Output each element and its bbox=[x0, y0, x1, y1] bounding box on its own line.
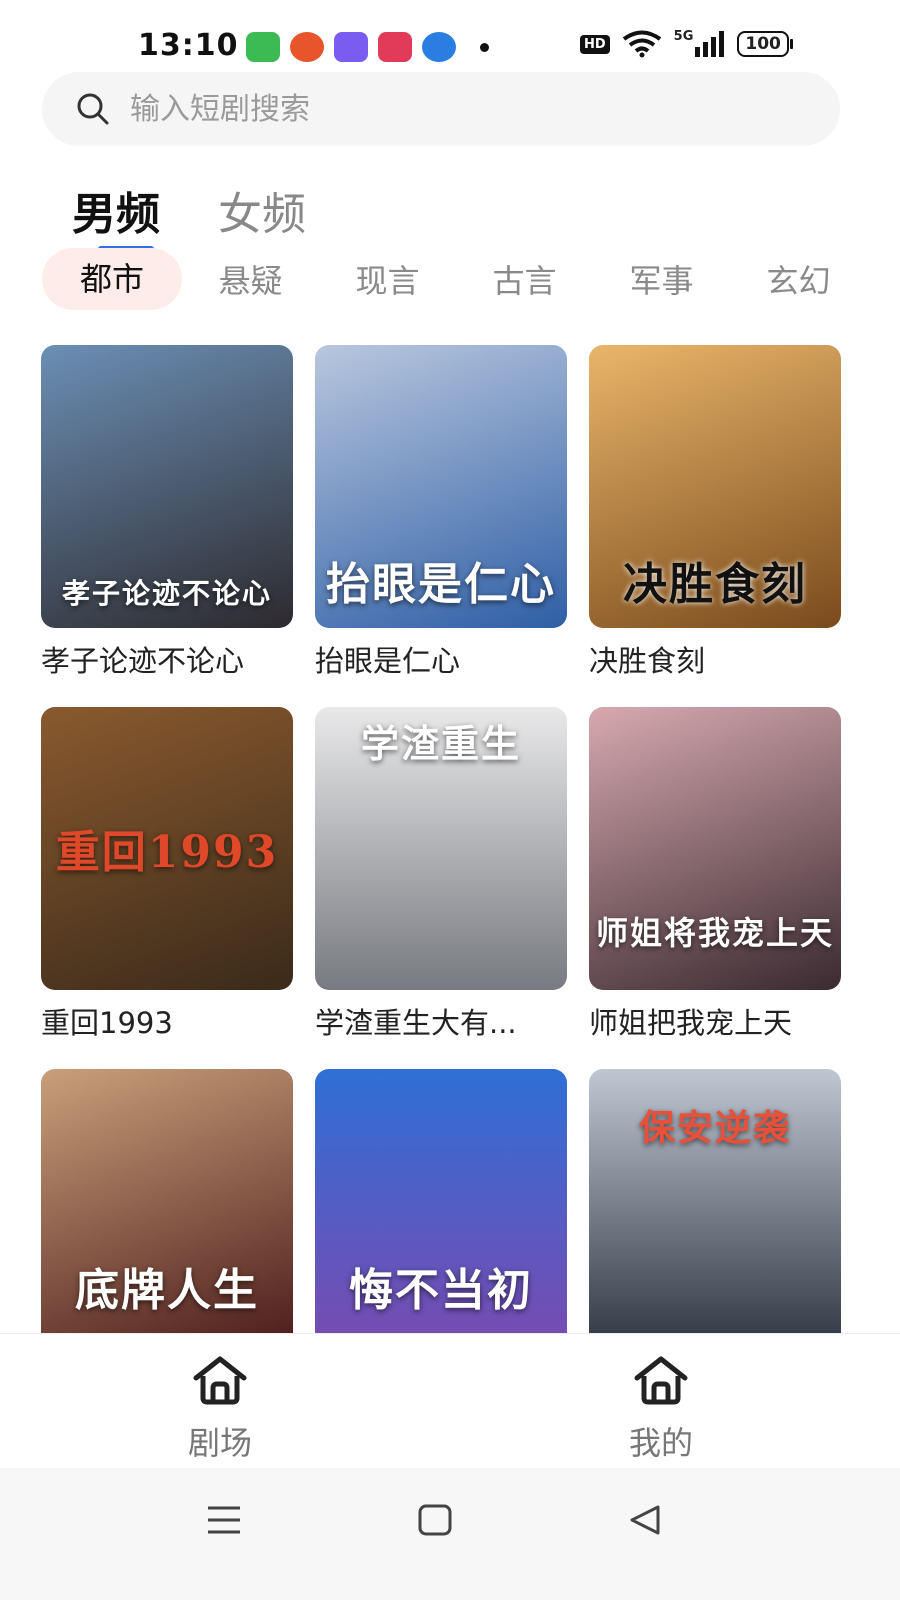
drama-card[interactable]: 抬眼是仁心 抬眼是仁心 bbox=[315, 345, 567, 680]
drama-title[interactable]: 孝子论迹不论心 bbox=[41, 638, 293, 680]
drama-card[interactable]: 孝子论迹不论心 孝子论迹不论心 bbox=[41, 345, 293, 680]
category-chip-ancient-romance[interactable]: 古言 bbox=[456, 256, 593, 302]
search-bar[interactable] bbox=[42, 72, 840, 146]
tab-label: 女频 bbox=[218, 189, 306, 240]
poster-title-art: 抬眼是仁心 bbox=[326, 559, 556, 610]
drama-title[interactable]: 学渣重生大有... bbox=[315, 1000, 567, 1042]
poster-title-art: 保安逆袭 bbox=[638, 1107, 791, 1149]
category-chips: 都市 悬疑 现言 古言 军事 玄幻 bbox=[42, 248, 867, 310]
tab-label: 男频 bbox=[72, 189, 160, 240]
home-icon bbox=[193, 1356, 247, 1405]
drama-card[interactable]: 底牌人生 bbox=[41, 1069, 293, 1334]
poster-title-art: 决胜食刻 bbox=[623, 559, 807, 610]
poster-title-art: 底牌人生 bbox=[75, 1265, 259, 1316]
drama-poster[interactable]: 悔不当初 bbox=[315, 1069, 567, 1334]
more-notifications-dot-icon bbox=[480, 42, 489, 52]
bottom-navigation: 剧场 我的 bbox=[0, 1333, 900, 1464]
poster-title-art: 学渣重生 bbox=[360, 721, 521, 766]
battery-icon: 100 bbox=[737, 31, 793, 57]
wifi-icon bbox=[622, 30, 661, 58]
app-notification-icon bbox=[422, 32, 456, 62]
menu-icon[interactable] bbox=[206, 1504, 242, 1536]
drama-card[interactable]: 重回1993 重回1993 bbox=[41, 707, 293, 1042]
drama-title[interactable]: 抬眼是仁心 bbox=[315, 638, 567, 680]
poster-title-art: 师姐将我宠上天 bbox=[595, 914, 834, 952]
poster-title-art: 孝子论迹不论心 bbox=[61, 577, 272, 610]
drama-poster[interactable]: 学渣重生 bbox=[315, 707, 567, 990]
system-status-icons: HD 5G 100 bbox=[580, 28, 793, 58]
drama-title[interactable]: 决胜食刻 bbox=[589, 638, 841, 680]
hd-badge: HD bbox=[580, 34, 610, 54]
category-chip-suspense[interactable]: 悬疑 bbox=[182, 256, 319, 302]
nav-label: 剧场 bbox=[187, 1424, 252, 1462]
drama-title[interactable]: 师姐把我宠上天 bbox=[589, 1000, 841, 1042]
nav-mine[interactable]: 我的 bbox=[601, 1354, 721, 1464]
tab-female[interactable]: 女频 bbox=[218, 178, 306, 252]
home-square-icon[interactable] bbox=[418, 1504, 452, 1536]
primary-tabs: 男频 女频 bbox=[72, 178, 306, 252]
category-chip-military[interactable]: 军事 bbox=[593, 256, 730, 302]
drama-card[interactable]: 师姐将我宠上天 师姐把我宠上天 bbox=[589, 707, 841, 1042]
app-notification-icon bbox=[246, 32, 280, 62]
drama-title[interactable]: 重回1993 bbox=[41, 1000, 293, 1042]
app-notification-icon bbox=[334, 32, 368, 62]
system-navigation-bar bbox=[0, 1468, 900, 1600]
drama-card[interactable]: 保安逆袭 bbox=[589, 1069, 841, 1334]
notification-icons bbox=[246, 32, 489, 62]
poster-title-art: 悔不当初 bbox=[349, 1265, 533, 1316]
app-notification-icon bbox=[290, 32, 324, 62]
nav-label: 我的 bbox=[628, 1424, 693, 1462]
drama-poster[interactable]: 保安逆袭 bbox=[589, 1069, 841, 1334]
app-notification-icon bbox=[378, 32, 412, 62]
category-chip-modern-romance[interactable]: 现言 bbox=[319, 256, 456, 302]
search-input[interactable] bbox=[128, 90, 772, 128]
signal-icon bbox=[695, 31, 725, 57]
drama-poster[interactable]: 决胜食刻 bbox=[589, 345, 841, 628]
poster-title-art: 重回1993 bbox=[55, 827, 279, 878]
category-chip-fantasy[interactable]: 玄幻 bbox=[730, 256, 867, 302]
category-chip-urban[interactable]: 都市 bbox=[42, 248, 182, 310]
home-icon bbox=[634, 1356, 688, 1405]
drama-poster[interactable]: 师姐将我宠上天 bbox=[589, 707, 841, 990]
search-icon bbox=[77, 93, 109, 125]
drama-card[interactable]: 悔不当初 bbox=[315, 1069, 567, 1334]
status-time: 13:10 bbox=[138, 28, 239, 63]
drama-poster[interactable]: 重回1993 bbox=[41, 707, 293, 990]
tab-male[interactable]: 男频 bbox=[72, 178, 160, 252]
drama-poster[interactable]: 抬眼是仁心 bbox=[315, 345, 567, 628]
drama-card[interactable]: 决胜食刻 决胜食刻 bbox=[589, 345, 841, 680]
drama-poster[interactable]: 底牌人生 bbox=[41, 1069, 293, 1334]
network-type: 5G bbox=[673, 28, 694, 44]
back-triangle-icon[interactable] bbox=[628, 1504, 662, 1536]
drama-card[interactable]: 学渣重生 学渣重生大有... bbox=[315, 707, 567, 1042]
nav-theater[interactable]: 剧场 bbox=[160, 1354, 280, 1464]
drama-poster[interactable]: 孝子论迹不论心 bbox=[41, 345, 293, 628]
